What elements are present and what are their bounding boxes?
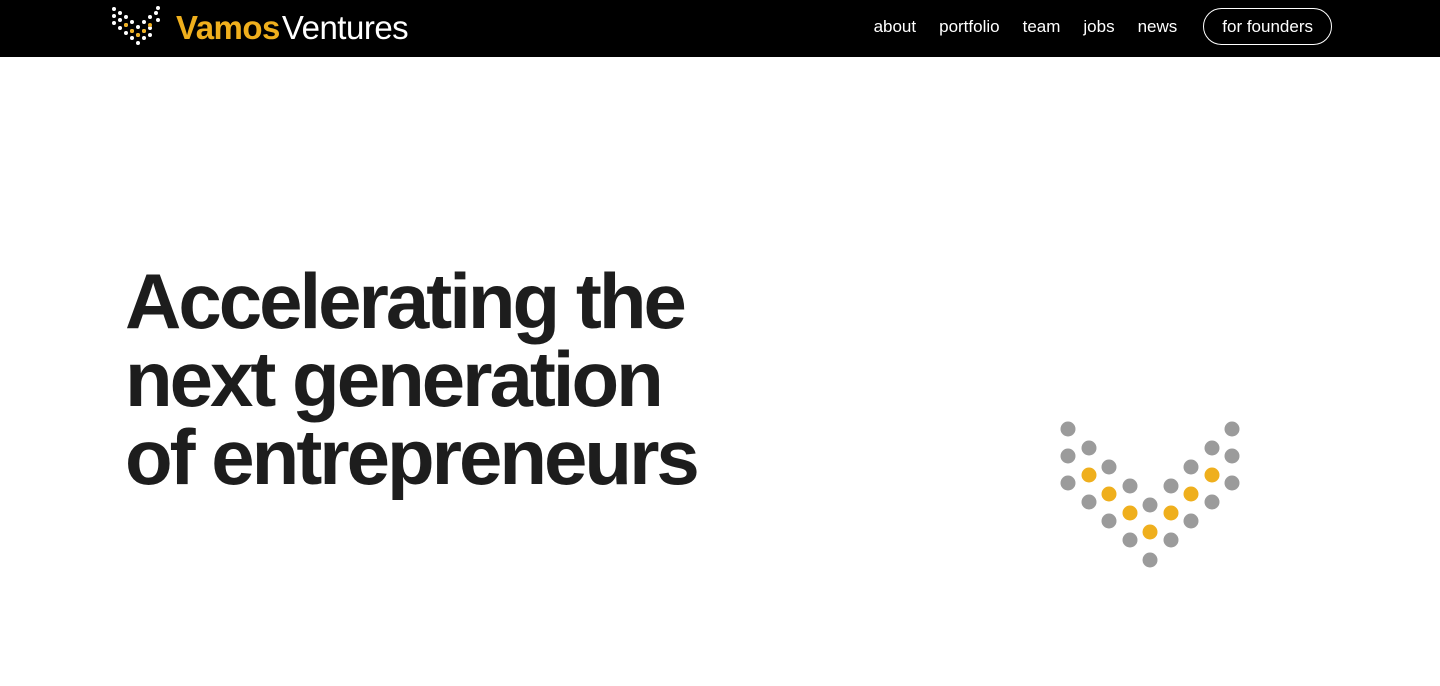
nav-link-about[interactable]: about — [874, 18, 917, 35]
hero-headline-line-1: Accelerating the — [125, 257, 687, 345]
for-founders-button[interactable]: for founders — [1203, 8, 1332, 45]
dotted-v-graphic-icon — [1060, 421, 1240, 568]
logo-word-ventures: Ventures — [281, 8, 409, 46]
hero-headline-line-3: of entrepreneurs — [125, 413, 700, 501]
logo-link[interactable]: Vamos Ventures — [110, 5, 409, 49]
nav-link-jobs[interactable]: jobs — [1083, 18, 1114, 35]
logo-word-vamos: Vamos — [176, 8, 280, 46]
logo-wordmark: Vamos Ventures — [176, 8, 409, 46]
nav-link-portfolio[interactable]: portfolio — [939, 18, 999, 35]
nav-link-news[interactable]: news — [1138, 18, 1178, 35]
dotted-v-logo-icon — [112, 6, 160, 45]
main-nav: about portfolio team jobs news for found… — [874, 8, 1332, 45]
hero-headline: Accelerating the next generation of entr… — [125, 262, 825, 496]
site-header: Vamos Ventures about portfolio team jobs… — [0, 0, 1440, 57]
hero-headline-line-2: next generation — [125, 335, 664, 423]
nav-link-team[interactable]: team — [1023, 18, 1061, 35]
